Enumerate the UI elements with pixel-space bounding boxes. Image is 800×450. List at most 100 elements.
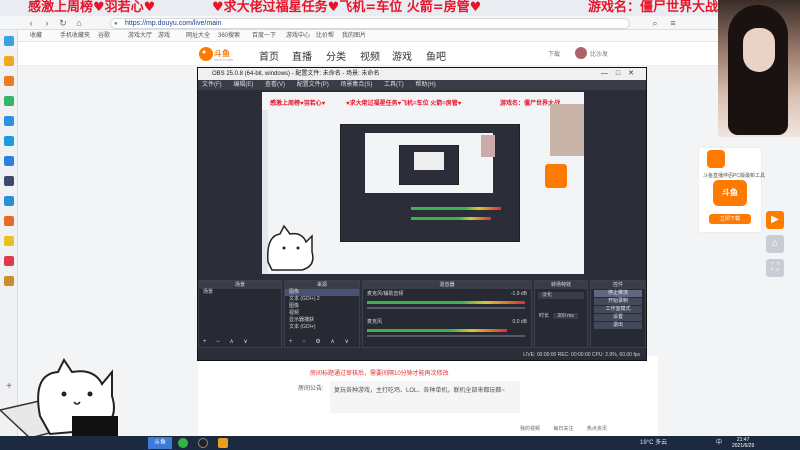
play-icon[interactable]: ▶ [766,211,784,229]
nested-meter [411,207,501,210]
stop-streaming-button[interactable]: 停止推流 [594,290,642,297]
source-item[interactable]: 文本 (GDI+) 2 [285,296,359,303]
home-icon[interactable]: ⌂ [74,18,84,28]
menu-view[interactable]: 查看(V) [265,82,285,88]
source-item[interactable]: 图像 [285,303,359,310]
bookmark-item[interactable]: 游戏大厅 [128,31,152,41]
douyu-ad-panel: 斗鱼直播伴侣PC版最新工具 斗鱼 立即下载 [698,147,765,233]
exit-button[interactable]: 退出 [594,322,642,329]
sidebar-app-icon[interactable] [4,36,14,46]
nav-fishbar[interactable]: 鱼吧 [426,48,446,63]
notice-textarea[interactable]: 复玩各种游戏，主打吃鸡、LOL、各种单机，联机全部来都玩都~ [330,381,520,413]
bookmark-item[interactable]: 我的图片 [342,31,366,41]
bookmark-item[interactable]: 手机收藏夹 [60,31,90,41]
bookmark-item[interactable]: 百度一下 [252,31,276,41]
sidebar-app-icon[interactable] [4,136,14,146]
ime-indicator[interactable]: 中 [716,436,722,450]
menu-help[interactable]: 帮助(H) [415,82,435,88]
forward-icon[interactable]: › [42,18,52,28]
nav-game[interactable]: 游戏 [392,48,412,63]
scene-item[interactable]: 场景 [199,289,281,296]
status-item[interactable]: 我的视频 [520,426,540,432]
nav-live[interactable]: 直播 [292,48,312,63]
source-item[interactable]: 图像 [285,289,359,296]
home-float-icon[interactable]: ⌂ [766,235,784,253]
url-field[interactable]: ● https://mp.douyu.com/live/main [110,18,630,29]
sidebar-app-icon[interactable] [4,216,14,226]
controls-header: 控件 [591,281,645,289]
studio-mode-button[interactable]: 工作室模式 [594,306,642,313]
bookmark-item[interactable]: 收藏 [30,31,42,41]
taskbar-browser-icon[interactable] [178,438,188,448]
back-icon[interactable]: ‹ [26,18,36,28]
screen: 感激上周榜♥羽若心♥ ♥求大佬过福星任务♥飞机=车位 火箭=房管♥ 游戏名：僵尸… [0,0,800,450]
taskbar-douyu[interactable]: 斗鱼 [148,437,172,449]
clock[interactable]: 21:47 2021/6/29 [732,437,754,449]
refresh-icon[interactable]: ↻ [58,18,68,28]
sidebar-app-icon[interactable] [4,56,14,66]
volume-slider[interactable] [367,335,525,337]
menu-icon[interactable]: ≡ [668,18,678,28]
source-toolbar[interactable]: + − ⚙ ∧ ∨ [285,338,359,346]
bookmark-item[interactable]: 谷歌 [98,31,110,41]
nav-video[interactable]: 视频 [360,48,380,63]
weather-text[interactable]: 19°C 多云 [640,436,667,450]
obs-preview[interactable]: 感激上周榜♥羽若心♥ ♥求大佬过福星任务♥飞机=车位 火箭=房管♥ 游戏名：僵尸… [262,92,584,274]
sidebar-app-icon[interactable] [4,236,14,246]
source-item[interactable]: 视频 [285,310,359,317]
sidebar-app-icon[interactable] [4,116,14,126]
fullscreen-icon[interactable]: ⛶ [766,259,784,277]
sidebar-app-icon[interactable] [4,96,14,106]
transition-select[interactable]: 淡化 [538,292,584,299]
user-name[interactable]: 比沙发 [590,49,608,58]
taskbar-app-icon[interactable] [218,438,228,448]
settings-button[interactable]: 设置 [594,314,642,321]
duration-input[interactable]: 300 ms [553,313,578,319]
webcam-feed [718,0,800,137]
menu-file[interactable]: 文件(F) [202,82,222,88]
source-item[interactable]: 文本 (GDI+) [285,324,359,331]
nav-category[interactable]: 分类 [326,48,346,63]
taskbar-obs-icon[interactable] [198,438,208,448]
douyu-header: 斗鱼 DOUYU.COM 首页 直播 分类 视频 游戏 鱼吧 下载 比沙发 [18,42,800,66]
start-recording-button[interactable]: 开始录制 [594,298,642,305]
douyu-logo[interactable]: 斗鱼 DOUYU.COM [198,45,238,63]
bookmark-item[interactable]: 360搜索 [218,31,240,41]
ad-title: 斗鱼直播伴侣PC版最新工具 [703,173,765,179]
menu-tools[interactable]: 工具(T) [384,82,404,88]
menu-scene-collection[interactable]: 场景集合(S) [340,82,372,88]
sidebar-app-icon[interactable] [4,176,14,186]
search-icon[interactable]: ⌕ [650,18,660,28]
nav-home[interactable]: 首页 [259,48,279,63]
ad-icon [707,150,725,168]
sidebar-app-icon[interactable] [4,276,14,286]
volume-slider[interactable] [367,307,525,309]
obs-window: OBS 25.0.8 (64-bit, windows) - 配置文件: 未命名… [197,67,647,361]
sources-header: 来源 [285,281,359,289]
sidebar-app-icon[interactable] [4,156,14,166]
window-controls[interactable]: —□✕ [601,68,642,80]
source-item[interactable]: 显示器捕获 [285,317,359,324]
avatar[interactable] [575,47,587,59]
bookmark-item[interactable]: 游戏中心 [286,31,310,41]
ad-download-button[interactable]: 立即下载 [709,214,751,224]
stream-overlay: 感激上周榜♥羽若心♥ ♥求大佬过福星任务♥飞机=车位 火箭=房管♥ 游戏名：僵尸… [0,0,800,16]
scene-toolbar[interactable]: + − ∧ ∨ [199,338,281,346]
sidebar-app-icon[interactable] [4,256,14,266]
nested-screen-2 [414,152,444,170]
menu-profile[interactable]: 配置文件(P) [297,82,329,88]
obs-title-text: OBS 25.0.8 (64-bit, windows) - 配置文件: 未命名… [212,71,380,77]
bookmark-item[interactable]: 网址大全 [186,31,210,41]
bookmark-item[interactable]: 比价帮 [316,31,334,41]
bookmark-item[interactable]: 游戏 [158,31,170,41]
download-link[interactable]: 下载 [548,49,560,58]
browser-status-bar: 我的视频 每日关注 热点资讯 [520,424,710,434]
status-item[interactable]: 热点资讯 [587,426,607,432]
status-item[interactable]: 每日关注 [553,426,573,432]
overlay-game-name: 游戏名：僵尸世界大战 [588,0,719,15]
taskbar: 斗鱼 19°C 多云 中 21:47 2021/6/29 [0,436,800,450]
menu-edit[interactable]: 编辑(E) [233,82,253,88]
sidebar-app-icon[interactable] [4,196,14,206]
preview-overlay-mid: ♥求大佬过福星任务♥飞机=车位 火箭=房管♥ [346,101,462,107]
sidebar-app-icon[interactable] [4,76,14,86]
